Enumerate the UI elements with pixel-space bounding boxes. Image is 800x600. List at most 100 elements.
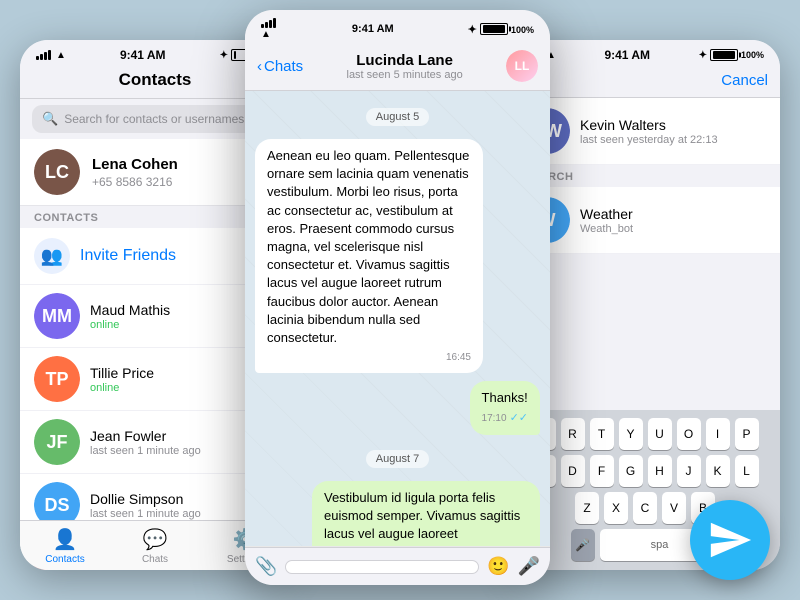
- key-y[interactable]: Y: [619, 418, 643, 450]
- cancel-button[interactable]: Cancel: [721, 72, 768, 89]
- profile-avatar: LC: [34, 149, 80, 195]
- key-i[interactable]: I: [706, 418, 730, 450]
- mic-key[interactable]: 🎤: [571, 529, 595, 561]
- date-divider-1-label: August 5: [366, 108, 429, 126]
- search-placeholder: Search for contacts or usernames: [64, 112, 244, 126]
- key-h[interactable]: H: [648, 455, 672, 487]
- avatar: MM: [34, 293, 80, 339]
- message-text-3: Vestibulum id ligula porta felis euismod…: [324, 490, 520, 541]
- chat-messages: August 5 Aenean eu leo quam. Pellentesqu…: [245, 91, 550, 546]
- search-input-box[interactable]: 🔍 Search for contacts or usernames: [32, 105, 278, 133]
- key-z[interactable]: Z: [575, 492, 599, 524]
- telegram-logo: [690, 500, 770, 580]
- contact-info: Dollie Simpson last seen 1 minute ago: [90, 491, 201, 520]
- signal-bar-4: [48, 50, 51, 60]
- s4: [273, 18, 276, 28]
- contact-name: Jean Fowler: [90, 428, 201, 444]
- contact-status: online: [90, 319, 170, 331]
- message-text-1: Aenean eu leo quam. Pellentesque ornare …: [267, 148, 469, 345]
- key-o[interactable]: O: [677, 418, 701, 450]
- search-icon: 🔍: [42, 111, 58, 127]
- right-chat-info: Kevin Walters last seen yesterday at 22:…: [580, 117, 718, 146]
- s3: [269, 20, 272, 28]
- contact-info: Tillie Price online: [90, 365, 154, 394]
- key-d[interactable]: D: [561, 455, 585, 487]
- avatar: TP: [34, 356, 80, 402]
- chat-header: ‹ Chats Lucinda Lane last seen 5 minutes…: [245, 44, 550, 91]
- message-text-2: Thanks!: [482, 390, 528, 405]
- tab-chats[interactable]: 💬 Chats: [110, 527, 200, 565]
- checkmark-icon: ✓✓: [510, 411, 528, 426]
- key-f[interactable]: F: [590, 455, 614, 487]
- key-j[interactable]: J: [677, 455, 701, 487]
- chat-contact-name: Lucinda Lane: [311, 52, 498, 69]
- phone-container: ▲ 9:41 AM ✦ 10% Contacts 🔍 Search for co…: [0, 0, 800, 600]
- contact-info: Jean Fowler last seen 1 minute ago: [90, 428, 201, 457]
- key-t[interactable]: T: [590, 418, 614, 450]
- tab-contacts[interactable]: 👤 Contacts: [20, 527, 110, 565]
- key-x[interactable]: X: [604, 492, 628, 524]
- right-battery-pct: 100%: [741, 50, 764, 60]
- right-result-sub: Weath_bot: [580, 223, 633, 235]
- chat-header-info: Lucinda Lane last seen 5 minutes ago: [311, 52, 498, 81]
- back-label[interactable]: Chats: [264, 58, 303, 75]
- bluetooth-icon: ✦: [220, 50, 228, 61]
- contacts-tab-icon: 👤: [53, 527, 78, 552]
- date-divider-2: August 7: [255, 449, 540, 467]
- contact-status: online: [90, 382, 154, 394]
- tab-chats-label: Chats: [142, 554, 168, 565]
- right-result-name: Weather: [580, 206, 633, 222]
- phone-right: ▲ 9:41 AM ✦ 100% Cancel KW Kevin Walters: [510, 40, 780, 570]
- phone-center: ▲ 9:41 AM ✦ 100% ‹ Chats Lucinda Lane la…: [245, 10, 550, 585]
- contact-name: Tillie Price: [90, 365, 154, 381]
- mic-icon[interactable]: 🎤: [518, 556, 540, 577]
- contact-info: Maud Mathis online: [90, 302, 170, 331]
- right-chat-status: last seen yesterday at 22:13: [580, 134, 718, 146]
- key-l[interactable]: L: [735, 455, 759, 487]
- s2: [265, 22, 268, 28]
- chat-avatar[interactable]: LL: [506, 50, 538, 82]
- right-search-result[interactable]: W Weather Weath_bot: [510, 187, 780, 254]
- back-button[interactable]: ‹ Chats: [257, 58, 303, 75]
- wifi-icon: ▲: [56, 50, 66, 61]
- center-battery-pct: 100%: [511, 25, 534, 35]
- chat-input-field[interactable]: [285, 560, 479, 574]
- right-status-bar: ▲ 9:41 AM ✦ 100%: [510, 40, 780, 66]
- attachment-icon[interactable]: 📎: [255, 556, 277, 577]
- profile-info: Lena Cohen +65 8586 3216: [92, 156, 178, 189]
- invite-label[interactable]: Invite Friends: [80, 247, 176, 265]
- message-sent-2: Vestibulum id ligula porta felis euismod…: [312, 481, 540, 546]
- key-r[interactable]: R: [561, 418, 585, 450]
- right-chat-item[interactable]: KW Kevin Walters last seen yesterday at …: [510, 98, 780, 165]
- center-signal: [261, 18, 276, 28]
- key-g[interactable]: G: [619, 455, 643, 487]
- contact-status: last seen 1 minute ago: [90, 508, 201, 520]
- right-chat-name: Kevin Walters: [580, 117, 718, 133]
- center-bt-icon: ✦: [468, 24, 477, 36]
- center-status-bar: ▲ 9:41 AM ✦ 100%: [245, 10, 550, 44]
- chat-avatar-placeholder: LL: [506, 50, 538, 82]
- key-v[interactable]: V: [662, 492, 686, 524]
- message-sent-1: Thanks! 17:10 ✓✓: [470, 381, 540, 435]
- key-c[interactable]: C: [633, 492, 657, 524]
- profile-avatar-placeholder: LC: [34, 149, 80, 195]
- signal-bars: [36, 50, 51, 60]
- contact-name: Maud Mathis: [90, 302, 170, 318]
- chat-last-seen: last seen 5 minutes ago: [311, 69, 498, 81]
- right-right-icons: ✦ 100%: [699, 49, 764, 61]
- keyboard-row-1: E R T Y U O I P: [514, 418, 776, 450]
- left-time: 9:41 AM: [120, 48, 166, 62]
- key-p[interactable]: P: [735, 418, 759, 450]
- right-header: Cancel: [510, 66, 780, 98]
- telegram-icon: [707, 517, 753, 563]
- chat-input-bar: 📎 🙂 🎤: [245, 547, 550, 585]
- date-divider-1: August 5: [255, 107, 540, 125]
- signal-bar-2: [40, 54, 43, 60]
- right-search-section-label: Search: [510, 165, 780, 187]
- message-received-1: Aenean eu leo quam. Pellentesque ornare …: [255, 139, 483, 373]
- sticker-icon[interactable]: 🙂: [487, 556, 509, 577]
- key-k[interactable]: K: [706, 455, 730, 487]
- signal-bar-3: [44, 52, 47, 60]
- contact-name: Dollie Simpson: [90, 491, 201, 507]
- key-u[interactable]: U: [648, 418, 672, 450]
